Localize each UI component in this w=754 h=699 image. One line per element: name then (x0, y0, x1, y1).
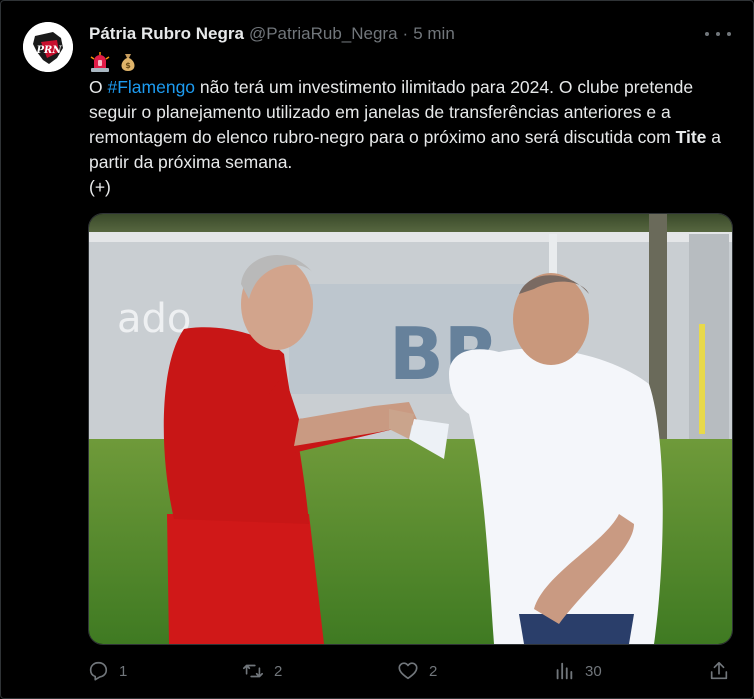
retweet-icon (243, 664, 263, 678)
tweet-paragraph: O #Flamengo não terá um investimento ili… (89, 75, 739, 175)
hashtag-link[interactable]: #Flamengo (107, 77, 195, 97)
timestamp[interactable]: 5 min (413, 24, 455, 44)
club-logo-icon: PRN (23, 22, 73, 72)
handshake-photo: ado BR (89, 214, 732, 644)
reply-count: 1 (119, 662, 128, 680)
emoji-row: $ (89, 51, 139, 73)
separator: · (402, 24, 409, 43)
bold-name: Tite (675, 127, 707, 147)
views-count: 30 (585, 662, 602, 680)
like-count: 2 (429, 662, 438, 680)
tweet-continuation: (+) (89, 177, 111, 197)
views-button[interactable]: 30 (553, 657, 602, 685)
reply-button[interactable]: 1 (87, 657, 127, 685)
svg-text:PRN: PRN (36, 45, 63, 56)
author-name[interactable]: Pátria Rubro Negra (89, 24, 244, 44)
reply-icon (89, 661, 108, 681)
retweet-button[interactable]: 2 (242, 657, 282, 685)
text-segment: O (89, 77, 108, 97)
svg-text:$: $ (125, 61, 131, 70)
more-options-icon[interactable] (705, 25, 731, 43)
heart-icon (398, 662, 418, 680)
share-icon (710, 661, 728, 680)
analytics-icon (556, 662, 573, 680)
tweet-header: Pátria Rubro Negra @PatriaRub_Negra · 5 … (89, 23, 455, 45)
tweet-text: O #Flamengo não terá um investimento ili… (89, 75, 739, 200)
retweet-count: 2 (274, 662, 283, 680)
rotating-light-icon (90, 52, 110, 72)
avatar[interactable]: PRN (23, 22, 73, 72)
share-button[interactable] (708, 657, 730, 685)
tweet-photo[interactable]: ado BR (88, 213, 733, 645)
like-button[interactable]: 2 (397, 657, 437, 685)
action-bar: 1 2 2 30 (87, 657, 733, 685)
author-handle[interactable]: @PatriaRub_Negra (249, 24, 398, 44)
money-bag-icon: $ (121, 54, 135, 71)
tweet-card[interactable]: PRN Pátria Rubro Negra @PatriaRub_Negra … (0, 0, 754, 699)
